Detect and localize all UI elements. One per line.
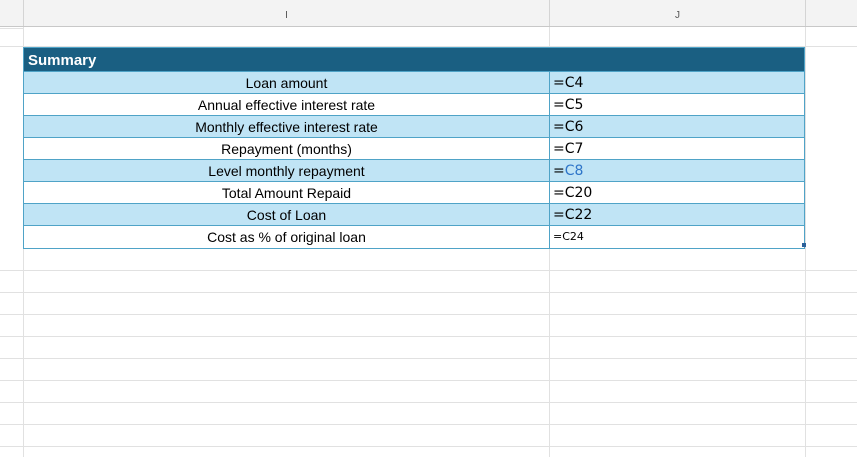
table-row: Cost as % of original loan =C24: [24, 226, 804, 248]
row-value-cell[interactable]: =C4: [550, 72, 804, 93]
gridline: [0, 270, 857, 271]
row-value-cell[interactable]: =C22: [550, 204, 804, 225]
gridline: [0, 402, 857, 403]
table-row: Annual effective interest rate =C5: [24, 94, 804, 116]
row-value-cell[interactable]: =C5: [550, 94, 804, 115]
table-row: Level monthly repayment =C8: [24, 160, 804, 182]
gridline: [805, 27, 806, 457]
row-value-cell-editing[interactable]: =C24: [550, 226, 804, 248]
column-header-j[interactable]: J: [550, 0, 806, 26]
column-header-i[interactable]: I: [24, 0, 550, 26]
row-label-cell[interactable]: Monthly effective interest rate: [24, 116, 550, 137]
gridline: [0, 292, 857, 293]
row-label-cell[interactable]: Loan amount: [24, 72, 550, 93]
table-row: Loan amount =C4: [24, 72, 804, 94]
summary-table: Summary Loan amount =C4 Annual effective…: [23, 47, 805, 249]
row-label-cell[interactable]: Annual effective interest rate: [24, 94, 550, 115]
row-label-cell[interactable]: Cost as % of original loan: [24, 226, 550, 248]
gridline: [0, 314, 857, 315]
row-header-corner[interactable]: [0, 0, 24, 26]
fill-handle[interactable]: [802, 243, 806, 247]
table-row: Monthly effective interest rate =C6: [24, 116, 804, 138]
formula-cell-reference: C8: [564, 163, 584, 179]
row-label-cell[interactable]: Cost of Loan: [24, 204, 550, 225]
column-header-bar: I J: [0, 0, 857, 27]
row-label-cell[interactable]: Repayment (months): [24, 138, 550, 159]
gridline: [0, 380, 857, 381]
row-value-cell[interactable]: =C7: [550, 138, 804, 159]
table-row: Total Amount Repaid =C20: [24, 182, 804, 204]
row-value-cell[interactable]: =C6: [550, 116, 804, 137]
row-value-cell[interactable]: =C20: [550, 182, 804, 203]
gridline: [0, 358, 857, 359]
column-header-k[interactable]: [806, 0, 857, 26]
gridline: [0, 28, 23, 29]
formula-equals-sign: =: [553, 163, 565, 179]
table-row: Cost of Loan =C22: [24, 204, 804, 226]
row-label-cell[interactable]: Total Amount Repaid: [24, 182, 550, 203]
summary-title-cell[interactable]: Summary: [24, 48, 804, 72]
gridline: [0, 446, 857, 447]
row-value-cell[interactable]: =C8: [550, 160, 804, 181]
row-label-cell[interactable]: Level monthly repayment: [24, 160, 550, 181]
gridline: [0, 424, 857, 425]
table-row: Repayment (months) =C7: [24, 138, 804, 160]
gridline: [0, 336, 857, 337]
